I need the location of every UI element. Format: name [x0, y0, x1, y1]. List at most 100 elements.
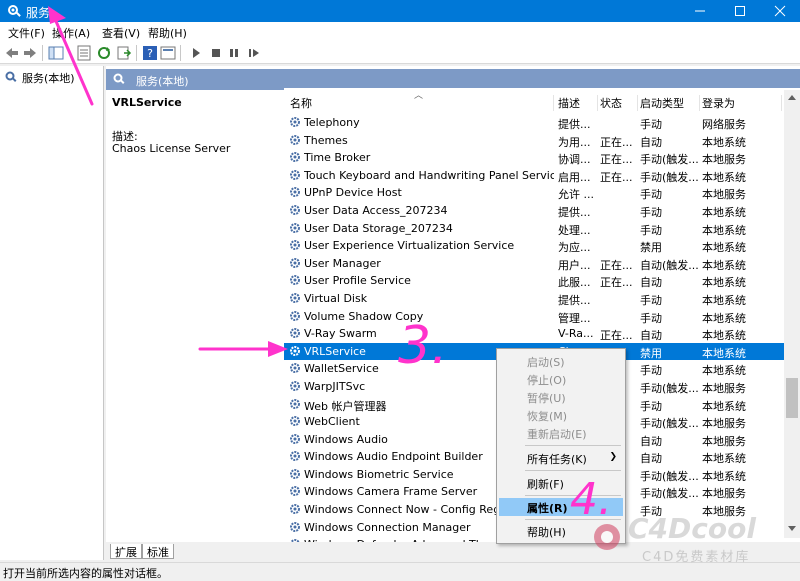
export-list-icon[interactable]	[116, 45, 132, 61]
menu-view[interactable]: 查看(V)	[102, 25, 140, 41]
table-row[interactable]: UPnP Device Host 允许 ... 手动 本地服务	[284, 184, 784, 202]
service-logon-as: 本地系统	[702, 135, 746, 149]
service-name: Volume Shadow Copy	[304, 309, 424, 323]
service-gear-icon	[290, 468, 300, 479]
service-logon-as: 本地服务	[702, 487, 746, 501]
service-gear-icon	[290, 310, 300, 321]
service-logon-as: 本地系统	[702, 329, 746, 343]
table-row[interactable]: Volume Shadow Copy 管理... 手动 本地系统	[284, 308, 784, 326]
column-logon-as[interactable]: 登录为	[702, 95, 782, 111]
service-gear-icon	[290, 169, 300, 180]
service-name: User Manager	[304, 256, 381, 270]
table-row[interactable]: Themes 为用... 正在... 自动 本地系统	[284, 132, 784, 150]
scroll-up-icon[interactable]	[788, 94, 796, 100]
column-description[interactable]: 描述	[558, 95, 598, 111]
submenu-arrow-icon: ❯	[609, 452, 617, 462]
back-arrow-icon[interactable]	[4, 45, 20, 61]
service-gear-icon	[290, 117, 300, 127]
maximize-button[interactable]	[720, 0, 760, 22]
close-button[interactable]	[760, 0, 800, 22]
watermark-tagline: C4D免费素材库	[642, 550, 751, 565]
table-row[interactable]: User Profile Service 此服... 正在... 自动 本地系统	[284, 272, 784, 290]
service-startup-type: 手动(触发...	[640, 170, 698, 184]
menu-resume[interactable]: 恢复(M)	[499, 406, 623, 424]
service-gear-icon	[290, 521, 300, 532]
table-row[interactable]: User Manager 用户... 正在... 自动(触发... 本地系统	[284, 255, 784, 273]
service-logon-as: 本地系统	[702, 223, 746, 237]
service-gear-icon	[290, 416, 300, 427]
menu-help[interactable]: 帮助(H)	[148, 25, 187, 41]
help-icon[interactable]: ?	[142, 45, 158, 61]
service-status: 正在...	[600, 170, 633, 184]
tab-extended[interactable]: 扩展	[110, 544, 142, 559]
services-gear-icon	[8, 5, 21, 17]
service-startup-type: 手动	[640, 311, 662, 325]
watermark-logo: C4Dcool C4D免费素材库	[592, 512, 796, 565]
column-name[interactable]: 名称	[290, 95, 554, 111]
table-row[interactable]: Virtual Disk 提供... 手动 本地系统	[284, 290, 784, 308]
service-description: 启用...	[558, 170, 591, 184]
service-startup-type: 手动	[640, 364, 662, 378]
watermark-badge-icon	[594, 524, 620, 550]
menu-pause[interactable]: 暂停(U)	[499, 388, 623, 406]
menu-start[interactable]: 启动(S)	[499, 352, 623, 370]
stop-service-icon[interactable]	[208, 45, 224, 61]
service-description: 提供...	[558, 118, 591, 131]
menu-all-tasks[interactable]: 所有任务(K) ❯	[499, 449, 623, 467]
svg-text:?: ?	[147, 47, 153, 60]
menu-file[interactable]: 文件(F)	[8, 25, 45, 41]
service-startup-type: 手动(触发...	[640, 487, 698, 501]
table-row[interactable]: User Experience Virtualization Service 为应…	[284, 237, 784, 255]
service-logon-as: 本地系统	[702, 469, 746, 483]
column-startup-type[interactable]: 启动类型	[640, 95, 700, 111]
vertical-scrollbar[interactable]	[784, 90, 800, 538]
tree-node-label: 服务(本地)	[22, 72, 75, 85]
tab-standard[interactable]: 标准	[142, 544, 174, 559]
menu-refresh[interactable]: 刷新(F)	[499, 474, 623, 492]
service-description: 处理...	[558, 223, 591, 237]
minimize-button[interactable]	[680, 0, 720, 22]
service-name: User Data Storage_207234	[304, 221, 453, 235]
properties-sheet-icon[interactable]	[76, 45, 92, 61]
menu-action[interactable]: 操作(A)	[52, 25, 90, 41]
service-name: UPnP Device Host	[304, 186, 402, 200]
maximize-icon	[735, 6, 745, 16]
service-logon-as: 本地服务	[702, 381, 746, 395]
service-startup-type: 手动	[640, 293, 662, 307]
menu-stop[interactable]: 停止(O)	[499, 370, 623, 388]
service-startup-type: 手动	[640, 205, 662, 219]
column-status[interactable]: 状态	[600, 95, 638, 111]
scroll-thumb[interactable]	[786, 378, 798, 418]
forward-arrow-icon[interactable]	[22, 45, 38, 61]
service-name: Touch Keyboard and Handwriting Panel Ser…	[304, 168, 554, 182]
service-gear-icon	[290, 134, 300, 145]
table-row[interactable]: User Data Access_207234 提供... 手动 本地系统	[284, 202, 784, 220]
refresh-icon[interactable]	[96, 45, 112, 61]
table-row[interactable]: Touch Keyboard and Handwriting Panel Ser…	[284, 167, 784, 185]
pause-service-icon[interactable]	[226, 45, 242, 61]
menu-bar: 文件(F) 操作(A) 查看(V) 帮助(H)	[0, 22, 800, 42]
console-tree: 服务(本地)	[0, 66, 104, 560]
watermark-brand: C4Dcool	[628, 512, 756, 545]
service-status: 正在...	[600, 153, 633, 167]
service-gear-icon	[290, 451, 300, 462]
table-row[interactable]: Telephony 提供... 手动 网络服务	[284, 114, 784, 132]
service-logon-as: 本地服务	[702, 434, 746, 448]
service-gear-icon	[290, 187, 300, 198]
start-service-icon[interactable]	[188, 45, 204, 61]
show-tree-icon[interactable]	[48, 45, 64, 61]
table-row[interactable]: User Data Storage_207234 处理... 手动 本地系统	[284, 220, 784, 238]
menu-restart[interactable]: 重新启动(E)	[499, 424, 623, 442]
service-description: 管理...	[558, 311, 591, 325]
table-row[interactable]: V-Ray Swarm V-Ra... 正在... 自动 本地系统	[284, 325, 784, 343]
service-gear-icon	[290, 275, 300, 286]
service-description: V-Ra...	[558, 327, 594, 341]
table-row[interactable]: Time Broker 协调... 正在... 手动(触发... 本地服务	[284, 149, 784, 167]
service-logon-as: 本地系统	[702, 452, 746, 466]
service-name: Virtual Disk	[304, 291, 368, 305]
service-startup-type: 手动	[640, 399, 662, 413]
restart-service-icon[interactable]	[246, 45, 262, 61]
console-icon[interactable]	[160, 45, 176, 61]
service-name: V-Ray Swarm	[304, 327, 377, 341]
service-logon-as: 本地服务	[702, 188, 746, 202]
